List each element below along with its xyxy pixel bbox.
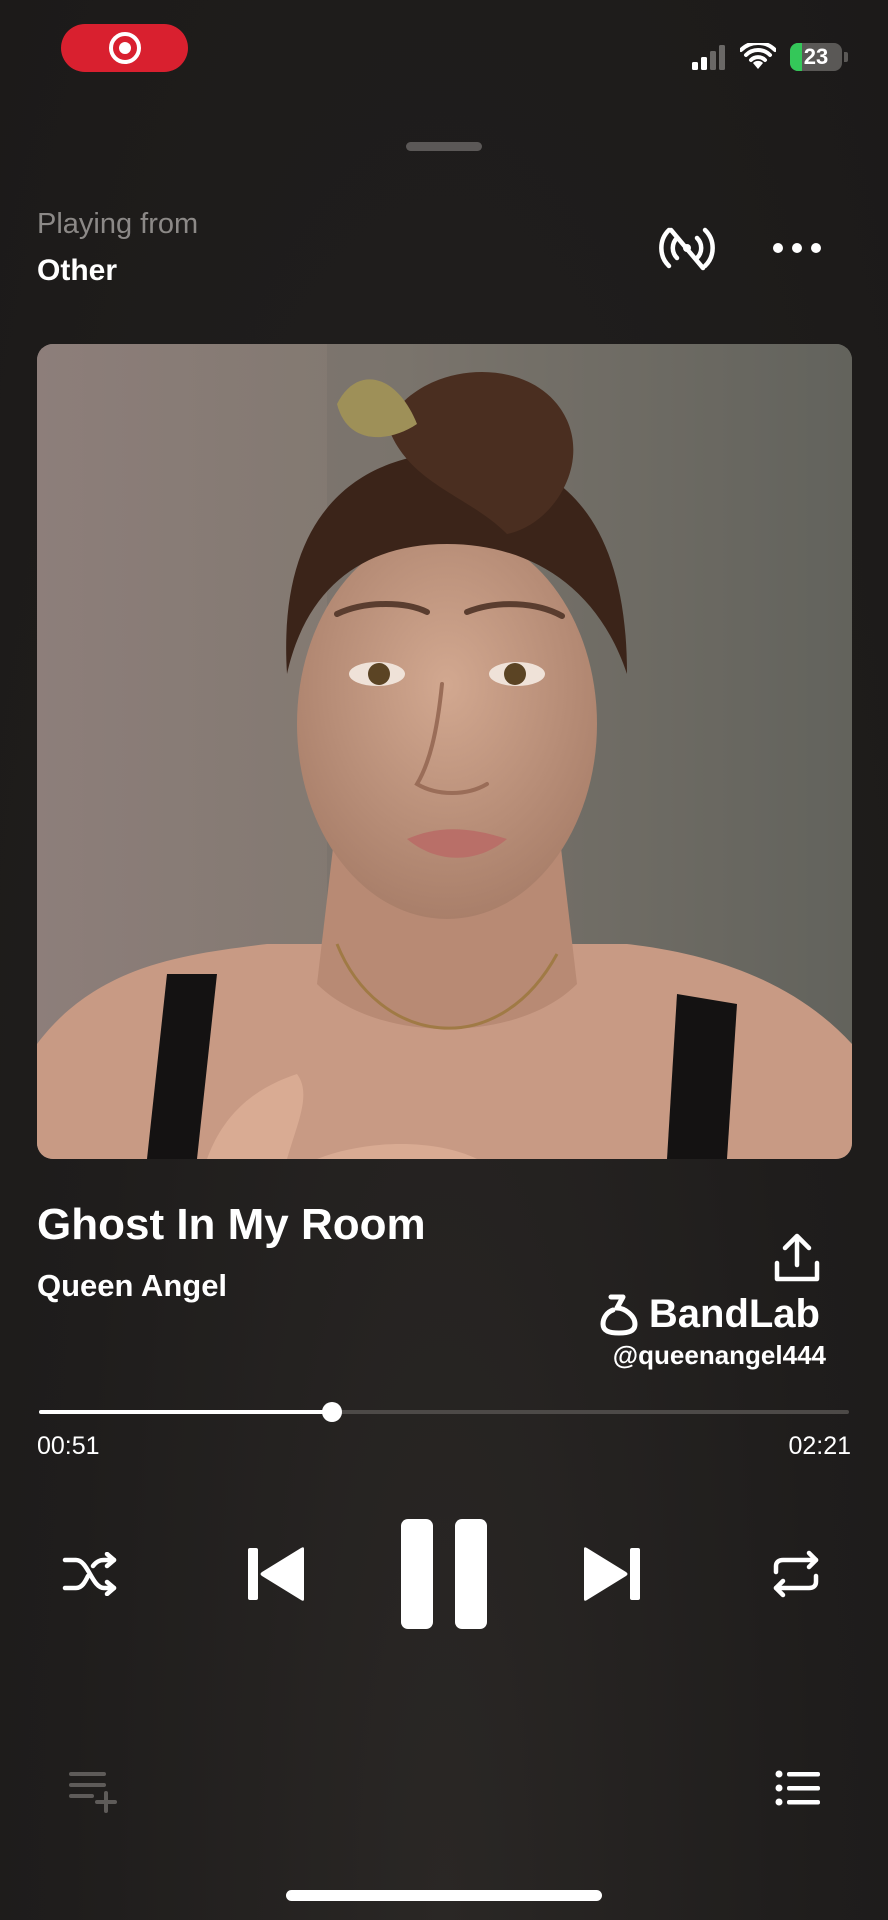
pause-button[interactable] — [398, 1518, 490, 1630]
skip-next-icon — [584, 1547, 640, 1601]
pause-icon — [401, 1519, 433, 1629]
bandlab-watermark: BandLab @queenangel444 — [598, 1292, 838, 1372]
playing-from-label: Playing from — [37, 208, 199, 240]
more-horizontal-icon — [773, 243, 783, 253]
bandlab-handle: @queenangel444 — [612, 1340, 826, 1370]
screen-recording-indicator[interactable] — [61, 24, 188, 72]
elapsed-time: 00:51 — [37, 1432, 100, 1460]
share-icon — [774, 1233, 820, 1282]
wifi-icon — [740, 43, 776, 69]
battery-charging-icon: 23 — [790, 43, 842, 71]
playback-progress-bar[interactable] — [39, 1402, 849, 1422]
cellular-signal-icon — [692, 45, 725, 70]
track-artist[interactable]: Queen Angel — [37, 1268, 227, 1304]
record-icon — [108, 32, 141, 64]
bandlab-brand-text: BandLab — [648, 1292, 820, 1336]
repeat-button[interactable] — [766, 1546, 826, 1602]
battery-level: 23 — [803, 44, 829, 69]
battery-nub — [844, 52, 848, 62]
more-options-button[interactable] — [766, 228, 828, 268]
add-to-queue-button[interactable] — [64, 1766, 124, 1816]
share-button[interactable] — [766, 1228, 828, 1288]
artwork-photo — [37, 344, 852, 1159]
add-to-queue-icon — [69, 1772, 117, 1813]
sheet-grabber[interactable] — [406, 142, 482, 151]
next-track-button[interactable] — [576, 1542, 648, 1606]
skip-previous-icon — [248, 1547, 304, 1601]
shuffle-icon — [62, 1552, 117, 1596]
total-duration: 02:21 — [788, 1432, 851, 1460]
broadcast-off-button[interactable] — [656, 220, 718, 276]
progress-thumb[interactable] — [321, 1402, 342, 1422]
playing-from-source[interactable]: Other — [37, 254, 117, 288]
album-artwork — [37, 344, 852, 1159]
bandlab-logo-icon — [600, 1294, 638, 1335]
status-bar-right: 23 — [692, 40, 848, 74]
queue-button[interactable] — [772, 1766, 824, 1810]
home-indicator[interactable] — [286, 1890, 602, 1901]
queue-list-icon — [775, 1770, 820, 1806]
repeat-icon — [773, 1550, 819, 1598]
shuffle-button[interactable] — [60, 1546, 120, 1602]
progress-fill — [39, 1410, 332, 1414]
previous-track-button[interactable] — [240, 1542, 312, 1606]
bandlab-brand: BandLab — [597, 1292, 820, 1337]
broadcast-off-icon — [659, 227, 715, 271]
track-title: Ghost In My Room — [37, 1200, 426, 1249]
now-playing-screen: 23 Playing from Other Ghost In My Room Q… — [0, 0, 888, 1920]
